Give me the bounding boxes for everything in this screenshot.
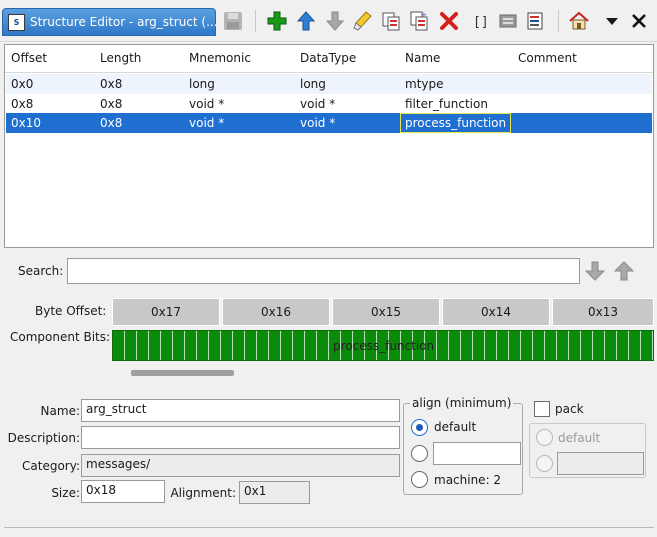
cell-length: 0x8 xyxy=(100,77,123,91)
align-default-label: default xyxy=(434,420,477,434)
alignment-field: 0x1 xyxy=(239,481,310,504)
panel-bottom-border xyxy=(4,527,654,528)
cell-datatype: void * xyxy=(300,116,336,130)
table-row[interactable]: 0x0 0x8 long long mtype xyxy=(6,74,652,94)
column-header-datatype[interactable]: DataType xyxy=(300,51,356,65)
window-tab[interactable]: S Structure Editor - arg_struct (... xyxy=(2,8,218,36)
name-field[interactable]: arg_struct xyxy=(81,399,400,422)
column-header-offset[interactable]: Offset xyxy=(11,51,47,65)
cell-datatype: void * xyxy=(300,97,336,111)
move-down-icon[interactable] xyxy=(324,10,346,32)
size-field[interactable]: 0x18 xyxy=(81,480,165,503)
pack-explicit-field[interactable] xyxy=(557,452,644,475)
byte-offset-cell: 0x13 xyxy=(552,298,654,326)
horizontal-scrollbar-thumb[interactable] xyxy=(131,370,234,376)
cell-length: 0x8 xyxy=(100,116,123,130)
byte-offset-cell: 0x17 xyxy=(112,298,220,326)
align-machine-label: machine: 2 xyxy=(434,473,502,487)
close-icon[interactable] xyxy=(628,10,650,32)
search-input[interactable] xyxy=(67,258,580,284)
table-row[interactable]: 0x8 0x8 void * void * filter_function xyxy=(6,94,652,114)
align-machine-radio[interactable] xyxy=(411,471,428,488)
cell-name: mtype xyxy=(405,77,444,91)
clear-icon[interactable] xyxy=(352,10,374,32)
name-cell-editor[interactable]: process_function xyxy=(400,113,511,133)
title-bar: S Structure Editor - arg_struct (... + [… xyxy=(0,0,657,42)
column-header-name[interactable]: Name xyxy=(405,51,440,65)
pack-explicit-radio[interactable] xyxy=(536,455,553,472)
cell-mnemonic: void * xyxy=(189,116,225,130)
search-label: Search: xyxy=(18,264,64,278)
save-icon[interactable] xyxy=(222,10,244,32)
add-icon[interactable] xyxy=(266,10,288,32)
cell-offset: 0x8 xyxy=(11,97,34,111)
column-header-mnemonic[interactable]: Mnemonic xyxy=(189,51,251,65)
description-label: Description: xyxy=(7,431,80,445)
cell-name: filter_function xyxy=(405,97,488,111)
column-header-comment[interactable]: Comment xyxy=(518,51,577,65)
search-previous-icon[interactable] xyxy=(613,260,635,282)
menu-dropdown-icon[interactable] xyxy=(601,10,623,32)
column-header-length[interactable]: Length xyxy=(100,51,141,65)
byte-offset-cell: 0x14 xyxy=(442,298,550,326)
move-up-icon[interactable] xyxy=(295,10,317,32)
window-title: Structure Editor - arg_struct (... xyxy=(30,15,218,29)
category-field: messages/ xyxy=(81,454,400,477)
component-bits-name: process_function xyxy=(333,339,435,353)
array-icon[interactable]: [] xyxy=(468,10,490,32)
name-label: Name: xyxy=(40,404,80,418)
category-label: Category: xyxy=(22,459,80,473)
duplicate-multiple-icon[interactable]: + xyxy=(408,10,430,32)
home-icon[interactable] xyxy=(568,10,590,32)
unpackage-icon[interactable] xyxy=(525,10,547,32)
structure-table[interactable]: Offset Length Mnemonic DataType Name Com… xyxy=(4,44,654,248)
byte-offset-label: Byte Offset: xyxy=(35,304,107,318)
cell-offset: 0x10 xyxy=(11,116,42,130)
pack-checkbox[interactable] xyxy=(534,401,550,417)
cell-length: 0x8 xyxy=(100,97,123,111)
byte-offset-cell: 0x16 xyxy=(222,298,330,326)
header-divider xyxy=(5,72,653,73)
pack-default-label: default xyxy=(558,431,601,445)
pack-default-radio[interactable] xyxy=(536,429,553,446)
structure-editor-icon: S xyxy=(8,14,25,31)
array-glyph: [] xyxy=(473,15,489,30)
toolbar-separator xyxy=(558,10,559,32)
cell-mnemonic: void * xyxy=(189,97,225,111)
align-explicit-field[interactable] xyxy=(433,442,521,465)
align-default-radio[interactable] xyxy=(411,419,428,436)
table-row-selected[interactable]: 0x10 0x8 void * void * process_function xyxy=(6,113,652,133)
svg-text:+: + xyxy=(421,11,427,19)
cell-name: process_function xyxy=(405,116,507,130)
byte-offset-cell: 0x15 xyxy=(332,298,440,326)
align-group-title: align (minimum) xyxy=(410,396,514,410)
align-explicit-radio[interactable] xyxy=(411,445,428,462)
duplicate-icon[interactable] xyxy=(380,10,402,32)
cell-datatype: long xyxy=(300,77,326,91)
pack-label: pack xyxy=(555,402,584,416)
component-bits-label: Component Bits: xyxy=(10,330,111,344)
search-next-icon[interactable] xyxy=(584,260,606,282)
toolbar-separator xyxy=(255,10,256,32)
delete-icon[interactable] xyxy=(438,10,460,32)
cell-offset: 0x0 xyxy=(11,77,34,91)
alignment-label: Alignment: xyxy=(170,486,236,500)
size-label: Size: xyxy=(51,486,80,500)
description-field[interactable] xyxy=(81,426,400,449)
create-structure-icon[interactable] xyxy=(497,10,519,32)
cell-mnemonic: long xyxy=(189,77,215,91)
